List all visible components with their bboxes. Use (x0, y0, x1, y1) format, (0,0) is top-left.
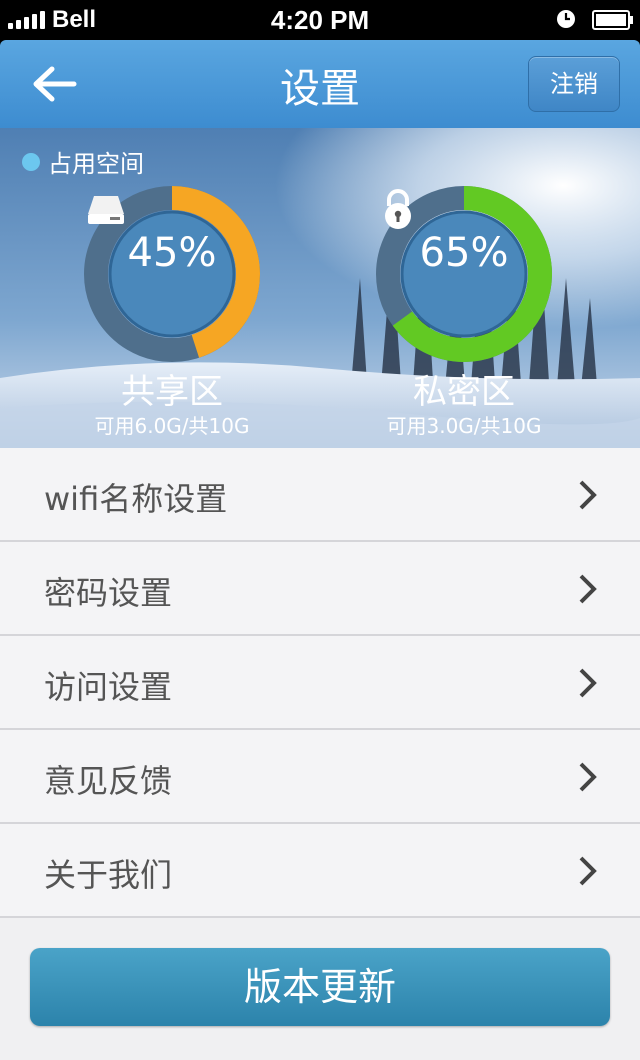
battery-icon (592, 10, 633, 30)
lock-icon (385, 189, 411, 229)
drive-icon (88, 196, 124, 224)
menu-item-label: 意见反馈 (44, 762, 173, 800)
alarm-icon (557, 10, 575, 28)
nav-header: 设置 注销 (0, 40, 640, 128)
usage-label-text: 占用空间 (48, 150, 144, 178)
menu-item-label: 关于我们 (44, 856, 173, 894)
menu-item-wifi-name[interactable]: wifi名称设置 (0, 448, 640, 542)
shared-usage-ring: 45% (84, 186, 260, 362)
menu-item-label: 访问设置 (44, 668, 173, 706)
menu-item-feedback[interactable]: 意见反馈 (0, 730, 640, 824)
legend-dot-icon (22, 152, 40, 171)
menu-item-password[interactable]: 密码设置 (0, 542, 640, 636)
chevron-right-icon (579, 480, 597, 510)
chevron-right-icon (579, 856, 597, 886)
chevron-right-icon (579, 668, 597, 698)
menu-item-label: 密码设置 (44, 574, 173, 612)
status-time: 4:20 PM (270, 5, 370, 35)
back-arrow-icon[interactable] (24, 58, 84, 110)
usage-label: 占用空间 (22, 144, 144, 179)
chevron-right-icon (579, 762, 597, 792)
shared-percent: 45% (127, 230, 217, 276)
status-bar: Bell 4:20 PM (0, 0, 640, 40)
menu-item-access[interactable]: 访问设置 (0, 636, 640, 730)
shared-availability: 可用6.0G/共10G (94, 414, 250, 438)
logout-button[interactable]: 注销 (528, 56, 620, 112)
private-availability: 可用3.0G/共10G (386, 414, 542, 438)
menu-item-label: wifi名称设置 (44, 480, 228, 518)
private-zone-name: 私密区 (413, 372, 515, 412)
private-percent: 65% (419, 230, 509, 276)
shared-zone-name: 共享区 (121, 372, 223, 412)
private-usage-ring: 65% (376, 186, 552, 362)
menu-item-about[interactable]: 关于我们 (0, 824, 640, 918)
storage-usage-panel: 占用空间 45% 共享区 可用6.0G/共10G 65% 私密区 可用3.0G/… (0, 128, 640, 448)
chevron-right-icon (579, 574, 597, 604)
settings-menu: wifi名称设置 密码设置 访问设置 意见反馈 关于我们 (0, 448, 640, 918)
version-update-button[interactable]: 版本更新 (30, 948, 610, 1026)
